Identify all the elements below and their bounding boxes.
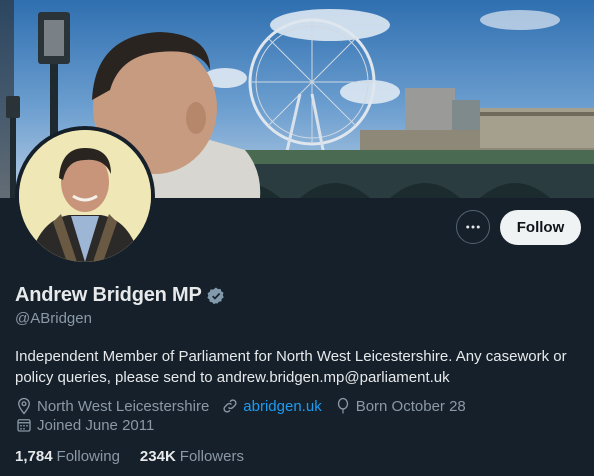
following-stat[interactable]: 1,784 Following bbox=[15, 448, 120, 465]
followers-label: Followers bbox=[179, 448, 244, 465]
following-count: 1,784 bbox=[15, 448, 53, 465]
calendar-icon bbox=[17, 419, 31, 432]
followers-stat[interactable]: 234K Followers bbox=[140, 448, 244, 465]
profile-name-row: Andrew Bridgen MP bbox=[15, 284, 226, 307]
joined-text: Joined June 2011 bbox=[37, 416, 155, 434]
following-label: Following bbox=[56, 448, 120, 465]
balloon-icon bbox=[337, 397, 348, 414]
followers-count: 234K bbox=[139, 448, 176, 465]
follow-button-label: Follow bbox=[516, 219, 565, 236]
verified-badge-icon[interactable] bbox=[206, 286, 226, 306]
location-item: North West Leicestershire bbox=[15, 397, 209, 415]
avatar-image bbox=[19, 130, 151, 262]
profile-avatar[interactable] bbox=[15, 126, 155, 266]
profile-meta-row: North West Leicestershire abridgen.uk Bo… bbox=[15, 397, 478, 415]
website-link[interactable]: abridgen.uk bbox=[243, 398, 321, 415]
website-item[interactable]: abridgen.uk bbox=[221, 397, 322, 415]
link-icon bbox=[223, 399, 237, 413]
profile-stats: 1,784 Following 234K Followers bbox=[15, 448, 264, 465]
follow-button[interactable]: Follow bbox=[500, 210, 581, 245]
birthday-item: Born October 28 bbox=[334, 397, 466, 415]
profile-joined-row: Joined June 2011 bbox=[15, 416, 166, 434]
location-pin-icon bbox=[18, 397, 30, 415]
profile-handle: @ABridgen bbox=[15, 310, 92, 327]
joined-item: Joined June 2011 bbox=[15, 416, 154, 434]
more-options-button[interactable] bbox=[456, 210, 490, 244]
display-name: Andrew Bridgen MP bbox=[15, 284, 202, 306]
more-horizontal-icon bbox=[466, 225, 480, 229]
profile-bio: Independent Member of Parliament for Nor… bbox=[15, 348, 567, 386]
birthday-text: Born October 28 bbox=[355, 397, 466, 415]
location-text: North West Leicestershire bbox=[37, 397, 210, 415]
